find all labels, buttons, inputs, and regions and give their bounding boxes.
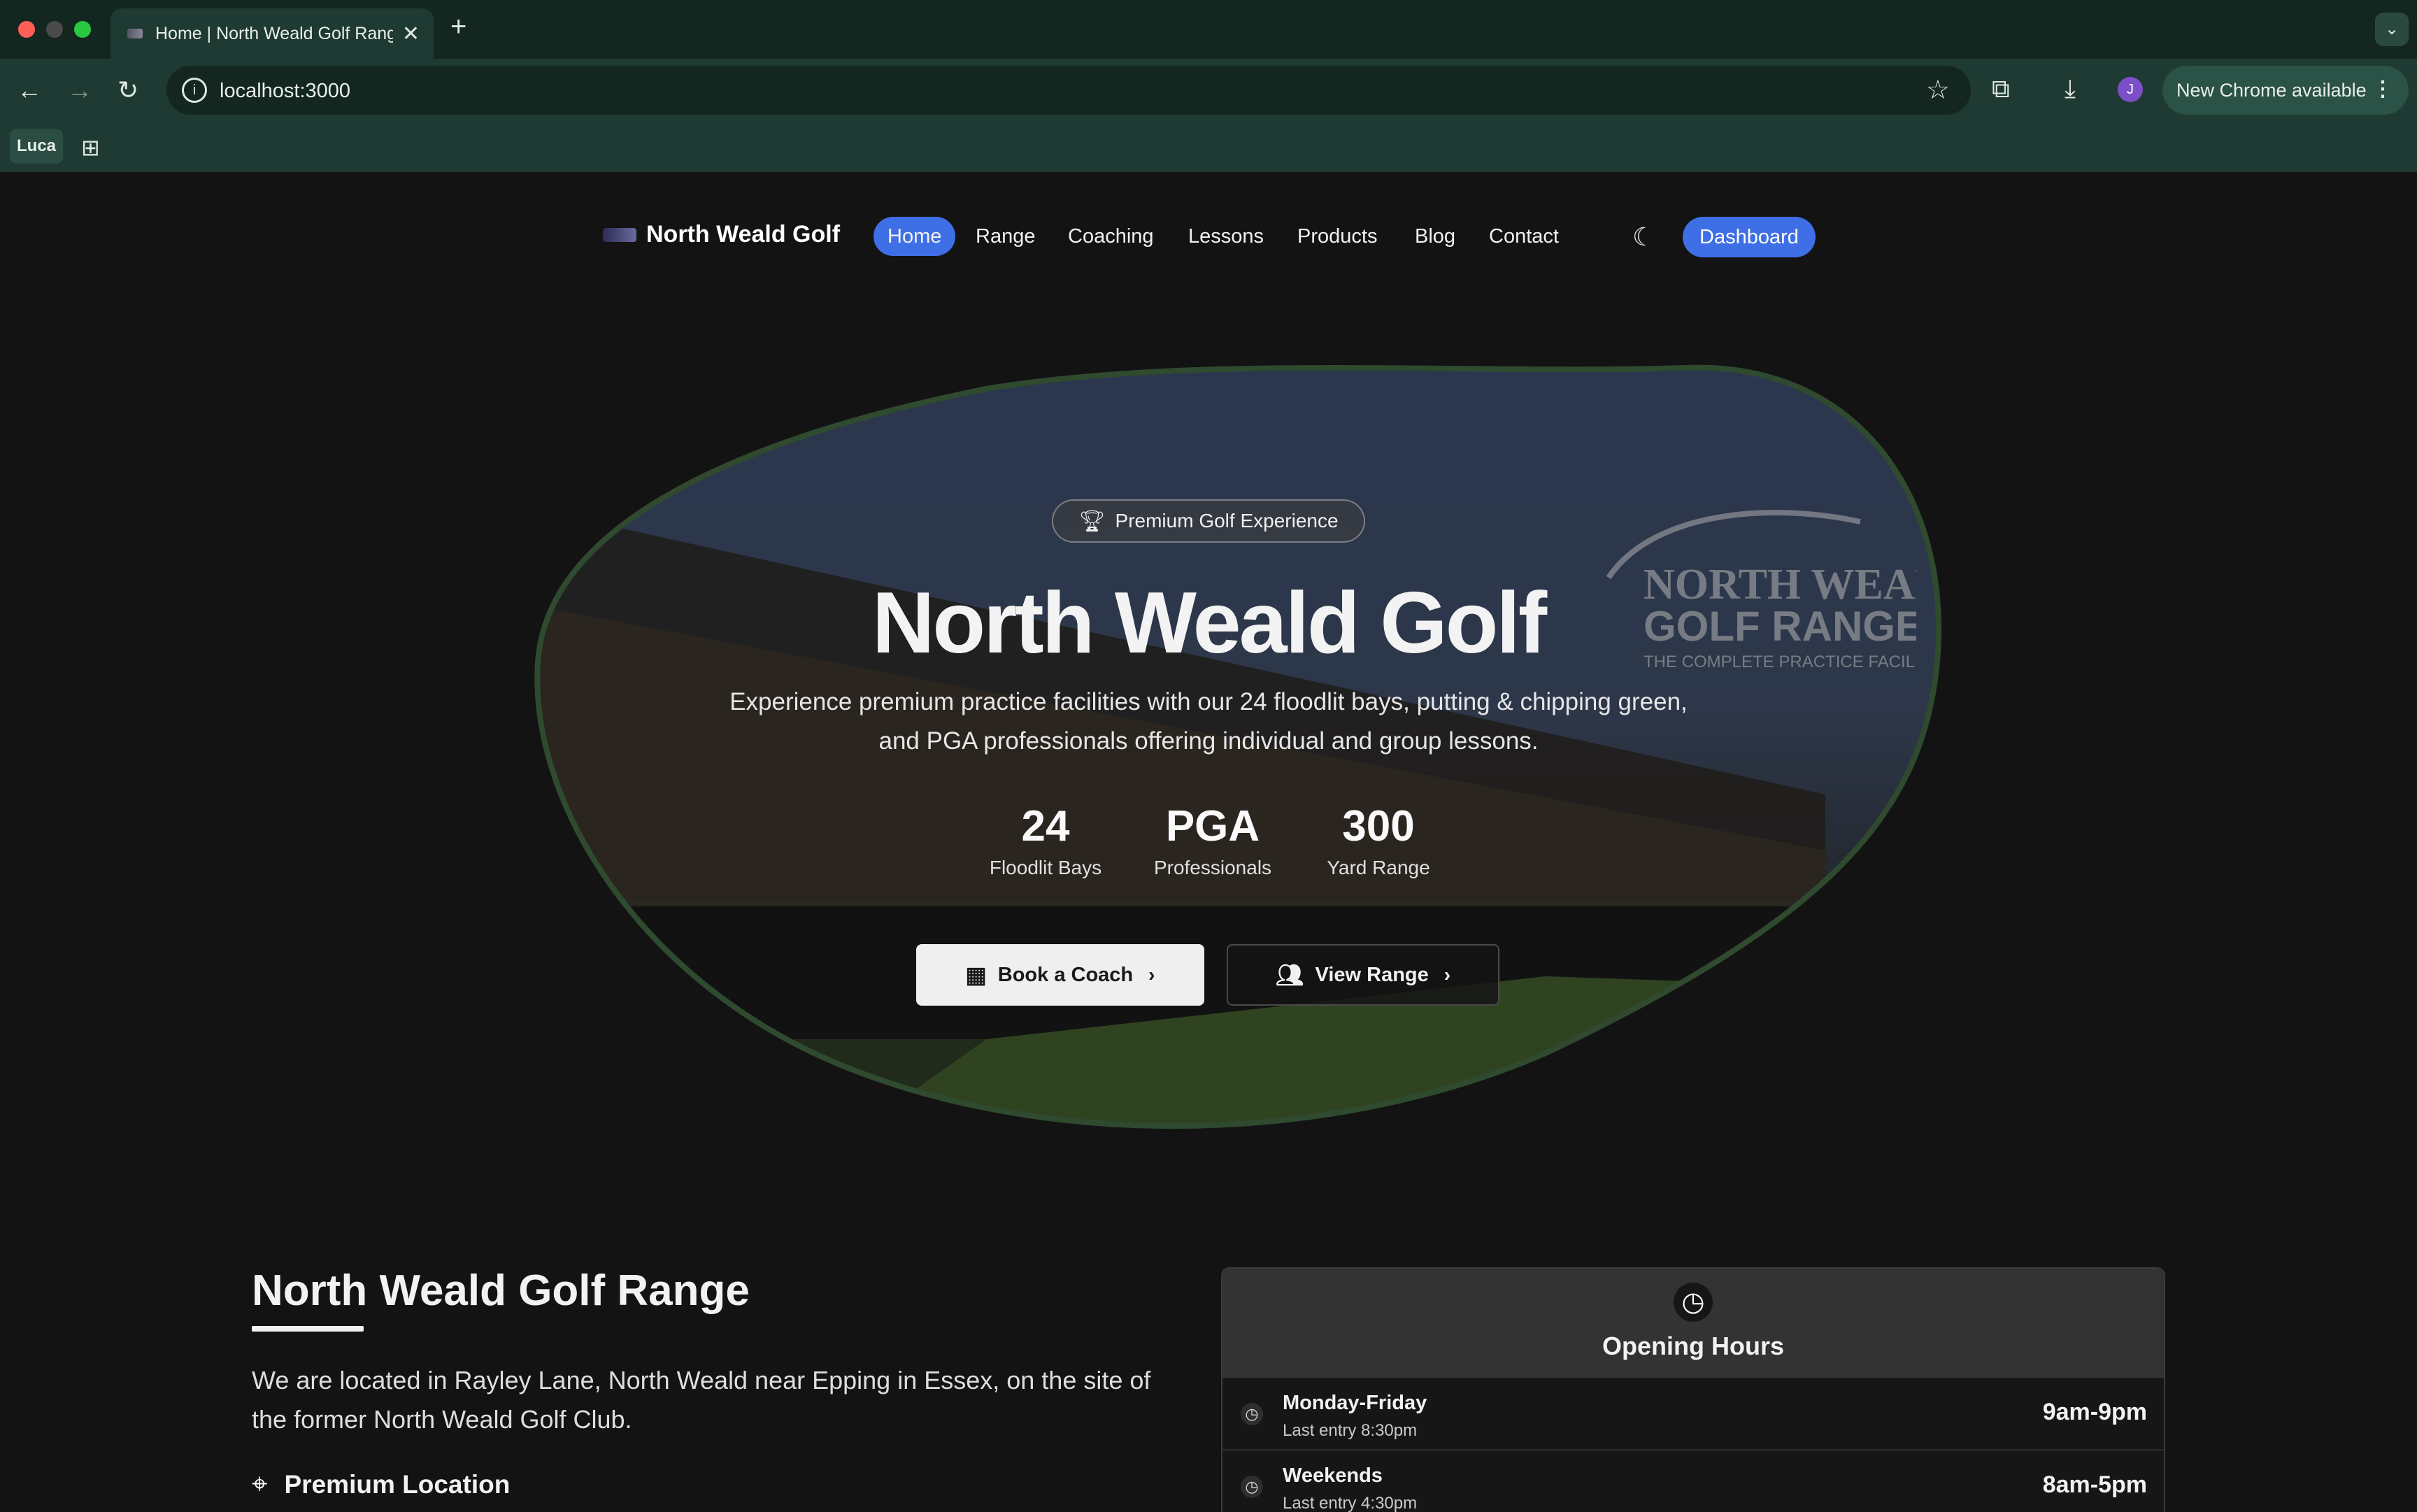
profile-avatar[interactable]: J [2118, 77, 2143, 102]
nav-link-products[interactable]: Products [1283, 217, 1391, 256]
trophy-icon: 🏆︎ [1078, 509, 1106, 533]
stat-value: 300 [1342, 802, 1415, 850]
hours-row: ◷ Monday-Friday Last entry 8:30pm 9am-9p… [1222, 1378, 2164, 1450]
url-text[interactable]: localhost:3000 [220, 80, 350, 103]
hero-title: North Weald Golf [871, 575, 1547, 671]
bookmark-star-icon[interactable]: ☆ [1926, 74, 1950, 106]
tab-strip: Home | North Weald Golf Range ✕ + ⌄ [0, 0, 2417, 59]
stat-yard-range: 300 Yard Range [1312, 801, 1445, 879]
hours-note: Last entry 4:30pm [1283, 1494, 1418, 1512]
stat-label: Professionals [1153, 857, 1272, 878]
bookmark-luca[interactable]: Luca [10, 129, 64, 164]
opening-hours-header: ◷ Opening Hours [1222, 1269, 2164, 1378]
nav-link-range[interactable]: Range [962, 217, 1049, 256]
chrome-menu-icon[interactable]: ⋮ [2372, 77, 2393, 101]
stat-label: Floodlit Bays [989, 857, 1102, 878]
chevron-right-icon: › [1148, 964, 1155, 985]
view-label: View Range [1315, 963, 1429, 986]
stat-professionals: PGA Professionals [1143, 801, 1283, 879]
stat-floodlit-bays: 24 Floodlit Bays [979, 801, 1112, 879]
hero-subtitle: Experience premium practice facilities w… [729, 688, 1688, 755]
premium-location-feature: ⌖ Premium Location [252, 1469, 510, 1500]
hours-note: Last entry 8:30pm [1283, 1421, 1418, 1440]
tab-title: Home | North Weald Golf Range [155, 23, 393, 43]
clock-icon: ◷ [1241, 1476, 1263, 1498]
title-underline [252, 1326, 364, 1332]
hours-time: 9am-9pm [2042, 1399, 2147, 1425]
close-tab-icon[interactable]: ✕ [402, 22, 420, 46]
brand-logo-icon [603, 227, 636, 242]
map-pin-icon: ⌖ [252, 1469, 268, 1499]
brand[interactable]: North Weald Golf [603, 221, 840, 248]
browser-chrome: Home | North Weald Golf Range ✕ + ⌄ ← → … [0, 0, 2417, 172]
users-icon: 👥︎ [1275, 962, 1304, 987]
stat-value: 24 [1021, 802, 1070, 850]
stat-value: PGA [1165, 802, 1260, 850]
hours-time: 8am-5pm [2042, 1471, 2147, 1498]
new-chrome-available-button[interactable]: New Chrome available ⋮ [2162, 66, 2409, 115]
view-range-button[interactable]: 👥︎ View Range › [1227, 944, 1499, 1006]
close-window-button[interactable] [18, 21, 35, 38]
bookmarks-bar: Luca ⊞ [0, 129, 2417, 172]
tab-search-button[interactable]: ⌄ [2375, 13, 2409, 46]
about-text: We are located in Rayley Lane, North Wea… [252, 1366, 1151, 1434]
feature-label: Premium Location [284, 1469, 511, 1499]
nav-link-blog[interactable]: Blog [1401, 217, 1469, 256]
section-title: North Weald Golf Range [252, 1267, 750, 1315]
hero-section: NORTH WEALD GOLF RANGE THE COMPLETE PRAC… [497, 361, 1951, 1139]
clock-icon: ◷ [1241, 1403, 1263, 1425]
new-tab-button[interactable]: + [450, 11, 466, 43]
forward-button[interactable]: → [67, 76, 92, 105]
opening-hours-title: Opening Hours [1602, 1332, 1784, 1360]
hours-row: ◷ Weekends Last entry 4:30pm 8am-5pm [1222, 1450, 2164, 1512]
badge-label: Premium Golf Experience [1115, 510, 1339, 532]
browser-tab[interactable]: Home | North Weald Golf Range ✕ [110, 8, 434, 59]
download-icon[interactable]: ⤓ [2065, 74, 2076, 104]
site-navbar: North Weald Golf Home Range Coaching Les… [0, 172, 2417, 305]
maximize-window-button[interactable] [74, 21, 91, 38]
back-button[interactable]: ← [17, 76, 42, 105]
dashboard-button[interactable]: Dashboard [1683, 217, 1816, 257]
apps-grid-icon[interactable]: ⊞ [81, 134, 100, 161]
new-chrome-label: New Chrome available [2176, 79, 2367, 101]
chevron-right-icon: › [1443, 964, 1451, 985]
minimize-window-button[interactable] [46, 21, 63, 38]
opening-hours-card: ◷ Opening Hours ◷ Monday-Friday Last ent… [1221, 1267, 2165, 1512]
site-info-icon[interactable]: i [182, 78, 207, 103]
extensions-icon[interactable]: ⧉ [1992, 74, 2010, 104]
brand-name: North Weald Golf [646, 221, 841, 248]
dark-mode-moon-icon[interactable]: ☾ [1632, 222, 1655, 252]
nav-link-home[interactable]: Home [874, 217, 956, 256]
premium-badge: 🏆︎ Premium Golf Experience [1052, 499, 1365, 543]
address-bar[interactable]: i localhost:3000 ☆ [166, 66, 1971, 115]
stat-label: Yard Range [1327, 857, 1430, 878]
reload-button[interactable]: ↻ [117, 76, 138, 105]
book-a-coach-button[interactable]: ▦ Book a Coach › [916, 944, 1204, 1006]
nav-link-lessons[interactable]: Lessons [1174, 217, 1278, 256]
book-label: Book a Coach [997, 963, 1134, 986]
nav-link-coaching[interactable]: Coaching [1054, 217, 1168, 256]
clock-icon: ◷ [1674, 1283, 1713, 1322]
nav-link-contact[interactable]: Contact [1475, 217, 1573, 256]
calendar-icon: ▦ [965, 962, 987, 987]
hours-day: Weekends [1283, 1464, 1383, 1487]
favicon-icon [127, 29, 143, 38]
hours-day: Monday-Friday [1283, 1392, 1427, 1414]
